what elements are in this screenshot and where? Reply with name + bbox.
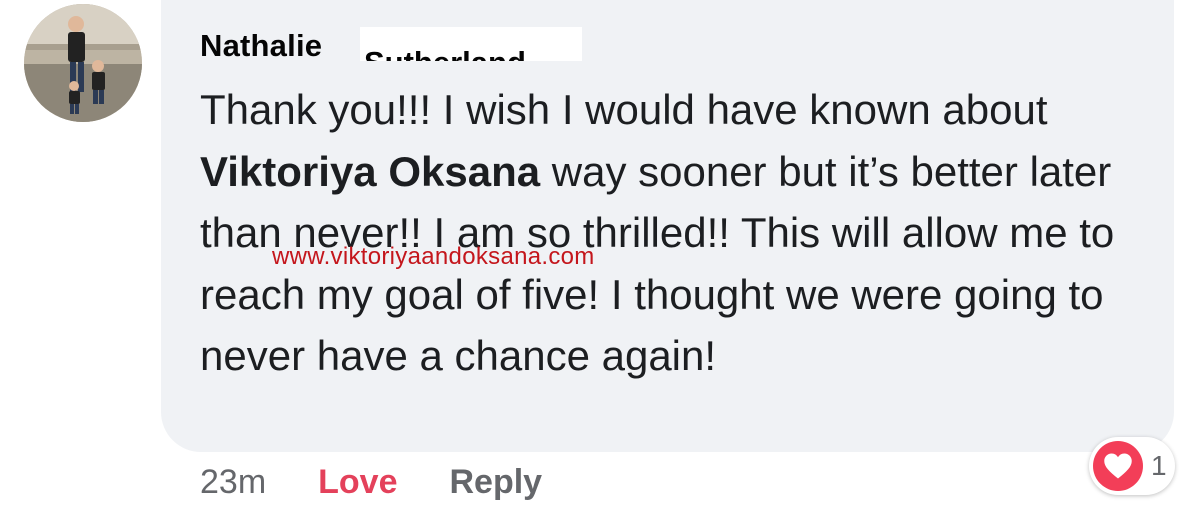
comment-author[interactable]: Nathalie [200,28,322,64]
mention-link[interactable]: Viktoriya Oksana [200,148,540,195]
reaction-summary[interactable]: 1 [1089,437,1175,495]
reaction-count: 1 [1151,450,1167,481]
avatar-photo [24,4,142,122]
heart-icon [1093,441,1143,491]
love-reaction-button[interactable]: Love [318,463,397,502]
comment-thread: Nathalie Sutherland Thank you!!! I wish … [0,0,1179,531]
comment-actions: 23m Love Reply [200,463,542,502]
reply-button[interactable]: Reply [450,463,543,502]
comment-text-start: Thank you!!! I wish I would have known a… [200,86,1048,133]
comment-timestamp[interactable]: 23m [200,463,266,502]
watermark-text: www.viktoriyaandoksana.com [272,243,595,270]
comment-body: Thank you!!! I wish I would have known a… [200,79,1160,387]
redacted-author-surname: Sutherland [364,45,526,61]
avatar[interactable] [24,4,142,122]
redaction-box: Sutherland [360,27,582,61]
